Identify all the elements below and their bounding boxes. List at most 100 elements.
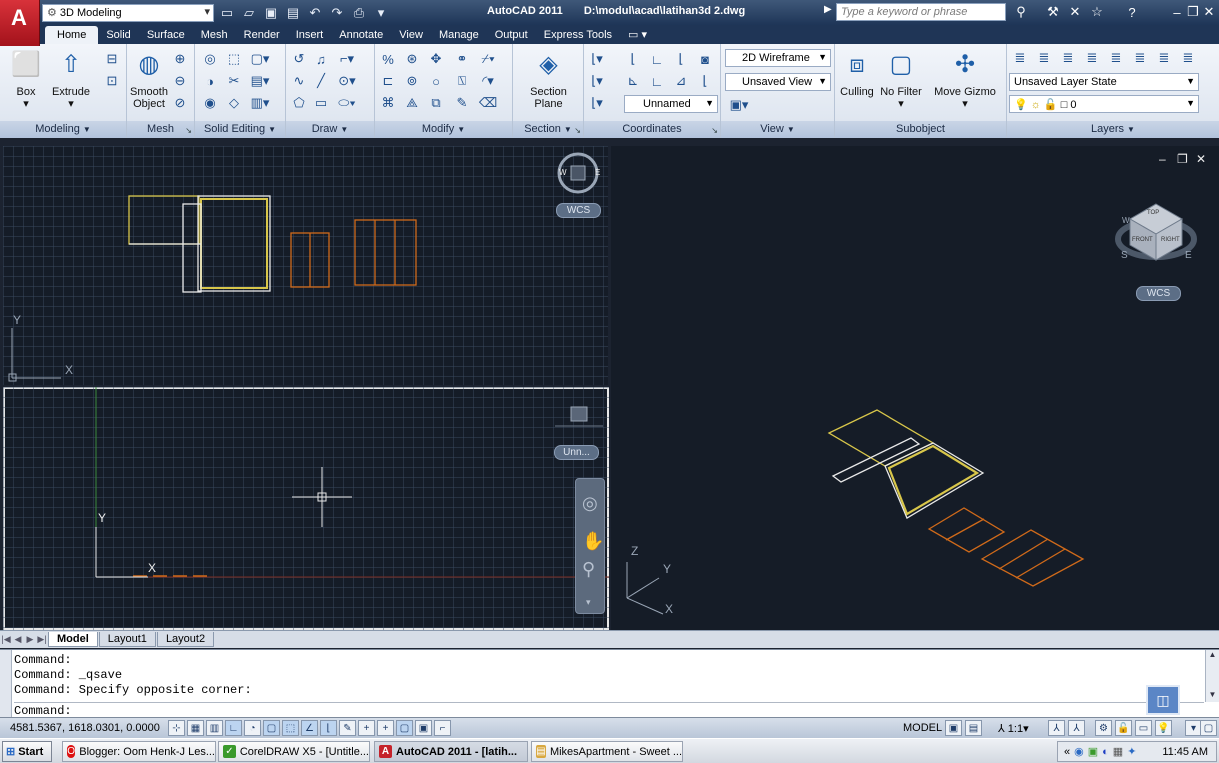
- ucs-3point-icon[interactable]: ⊿: [672, 72, 690, 90]
- task-blogger[interactable]: O Blogger: Oom Henk-J Les...: [62, 741, 216, 762]
- 3d-object-snap-icon[interactable]: ⬚: [282, 720, 299, 736]
- wcs-menu[interactable]: WCS: [556, 203, 601, 218]
- auto-scale-icon[interactable]: ⅄: [1068, 720, 1085, 736]
- tray-app-icon[interactable]: ▦: [1113, 745, 1123, 758]
- clock[interactable]: 11:45 AM: [1162, 746, 1208, 758]
- fillet-edge-icon[interactable]: %: [379, 50, 397, 68]
- layers-group-label[interactable]: Layers ▼: [1007, 121, 1219, 138]
- grid-display-icon[interactable]: ▥: [206, 720, 223, 736]
- viewport-isometric[interactable]: Z Y X TOP FRONT RIGHT S E W WCS – ❐ ✕: [611, 146, 1219, 630]
- section-plane-button[interactable]: ◈ Section Plane: [521, 48, 576, 111]
- tab-view[interactable]: View: [391, 26, 431, 44]
- intersect-icon[interactable]: ◉: [201, 94, 219, 112]
- coordinates-group-label[interactable]: Coordinates: [584, 121, 720, 138]
- extract-edges-icon[interactable]: ⬚: [225, 50, 243, 68]
- selection-cycling-icon[interactable]: ▣: [415, 720, 432, 736]
- shell-icon[interactable]: ▥▾: [251, 94, 270, 112]
- hardware-acceleration-icon[interactable]: ▭: [1135, 720, 1152, 736]
- 3d-rotate-icon[interactable]: ⊛: [403, 50, 421, 68]
- extrude-faces-icon[interactable]: ▤▾: [251, 72, 270, 90]
- isolate-objects-icon[interactable]: 💡: [1155, 720, 1172, 736]
- binoculars-icon[interactable]: ⚲: [1010, 3, 1032, 21]
- last-layout-icon[interactable]: ▶|: [36, 633, 48, 647]
- task-autocad[interactable]: A AutoCAD 2011 - [latih...: [374, 741, 528, 762]
- layer-unlock-icon[interactable]: ≣: [1131, 49, 1149, 67]
- task-sweet-home[interactable]: ▤ MikesApartment - Sweet ...: [531, 741, 683, 762]
- erase-icon[interactable]: ⌫: [479, 94, 497, 112]
- move-gizmo-button[interactable]: ✣ Move Gizmo ▾: [931, 48, 999, 111]
- scale-icon[interactable]: ⍂: [453, 72, 471, 90]
- restore-icon[interactable]: ❐: [1186, 3, 1200, 21]
- save-icon[interactable]: ▣: [262, 4, 280, 21]
- layer-lock-icon[interactable]: ≣: [1107, 49, 1125, 67]
- rectangle-icon[interactable]: ▭: [312, 94, 330, 112]
- clean-screen-icon[interactable]: ▢: [1200, 720, 1217, 736]
- command-input[interactable]: Command:: [14, 702, 1204, 718]
- refine-mesh-icon[interactable]: ⊘: [171, 94, 189, 112]
- ucs-face-icon[interactable]: ⌊▾: [588, 94, 606, 112]
- mirror-icon[interactable]: ⚭: [453, 50, 471, 68]
- modify-group-label[interactable]: Modify ▼: [375, 121, 512, 138]
- close-icon[interactable]: ✕: [1202, 3, 1216, 21]
- next-layout-icon[interactable]: ▶: [24, 633, 36, 647]
- start-button[interactable]: ⊞ Start: [2, 741, 52, 762]
- minimize-icon[interactable]: –: [1170, 3, 1184, 21]
- layout-tab-model[interactable]: Model: [48, 632, 98, 647]
- redo-icon[interactable]: ↷: [328, 4, 346, 21]
- helix-icon[interactable]: ↺: [290, 50, 308, 68]
- mesh-group-label[interactable]: Mesh: [127, 121, 194, 138]
- viewport-config-icon[interactable]: ▣▾: [725, 96, 753, 114]
- workspace-switching-icon[interactable]: ⚙: [1095, 720, 1112, 736]
- quick-view-drawings-icon[interactable]: ▤: [965, 720, 982, 736]
- communication-icon[interactable]: ✕: [1066, 3, 1084, 21]
- modeling-group-label[interactable]: Modeling ▼: [0, 121, 126, 138]
- layout-tab-layout1[interactable]: Layout1: [98, 632, 156, 647]
- thicken-icon[interactable]: ◇: [225, 94, 243, 112]
- current-layer-dropdown[interactable]: 💡 ☼ 🔓 □ 0 ▼: [1009, 95, 1199, 113]
- ucs-y-icon[interactable]: ∟: [648, 72, 666, 90]
- undo-icon[interactable]: ↶: [306, 4, 324, 21]
- viewport-restore-icon[interactable]: ❐: [1177, 152, 1188, 166]
- quick-view-layouts-icon[interactable]: ▣: [945, 720, 962, 736]
- snap-mode-icon[interactable]: ▦: [187, 720, 204, 736]
- layer-previous-icon[interactable]: ≣: [1179, 49, 1197, 67]
- 3d-align-icon[interactable]: ⌘: [379, 94, 397, 112]
- nav-bar-menu-icon[interactable]: ▾: [586, 597, 591, 608]
- smooth-object-button[interactable]: ◍ Smooth Object: [123, 48, 175, 111]
- ucs-menu[interactable]: Unn...: [554, 445, 599, 460]
- ortho-mode-icon[interactable]: ∟: [225, 720, 242, 736]
- tab-express-tools[interactable]: Express Tools: [536, 26, 620, 44]
- cube-right-label[interactable]: RIGHT: [1161, 237, 1180, 243]
- annotation-visibility-icon[interactable]: ⅄: [1048, 720, 1065, 736]
- 3d-array-icon[interactable]: ⊚: [403, 72, 421, 90]
- copy-icon[interactable]: ⧉: [427, 94, 445, 112]
- tab-surface[interactable]: Surface: [139, 26, 193, 44]
- layer-match-icon[interactable]: ≣: [1155, 49, 1173, 67]
- subtract-icon[interactable]: ◑: [201, 72, 219, 90]
- wcs-menu[interactable]: WCS: [1136, 286, 1181, 301]
- presspull-icon[interactable]: ⊟: [103, 50, 121, 68]
- search-input[interactable]: Type a keyword or phrase: [836, 3, 1006, 21]
- visual-style-dropdown[interactable]: 2D Wireframe ▼: [725, 49, 831, 67]
- revolve-icon[interactable]: ⊡: [103, 72, 121, 90]
- tab-insert[interactable]: Insert: [288, 26, 332, 44]
- ucs-name-dropdown[interactable]: Unnamed ▼: [624, 95, 718, 113]
- polar-tracking-icon[interactable]: ◔: [244, 720, 261, 736]
- separate-icon[interactable]: ▢▾: [251, 50, 270, 68]
- no-filter-button[interactable]: ▢ No Filter ▾: [875, 48, 927, 111]
- ucs-object-icon[interactable]: ⌊: [696, 72, 714, 90]
- tray-app-icon[interactable]: ◉: [1074, 745, 1084, 758]
- ribbon-minimize-icon[interactable]: ▭ ▾: [620, 25, 655, 44]
- ucs-previous-icon[interactable]: ⊾: [624, 72, 642, 90]
- layer-off-icon[interactable]: ≣: [1035, 49, 1053, 67]
- plot-icon[interactable]: ⎙: [350, 4, 368, 21]
- tab-solid[interactable]: Solid: [98, 26, 138, 44]
- ucs-view-icon[interactable]: ◙: [696, 50, 714, 68]
- network-icon[interactable]: ✦: [1127, 745, 1136, 758]
- open-folder-icon[interactable]: ▱: [240, 4, 258, 21]
- qat-menu-chevron-icon[interactable]: ▾: [372, 4, 390, 21]
- line-icon[interactable]: ╱: [312, 72, 330, 90]
- extrude-button[interactable]: ⇧ Extrude ▾: [45, 48, 97, 111]
- 3d-mirror-icon[interactable]: ⟁: [403, 94, 421, 112]
- rotate-icon[interactable]: ○: [427, 72, 445, 90]
